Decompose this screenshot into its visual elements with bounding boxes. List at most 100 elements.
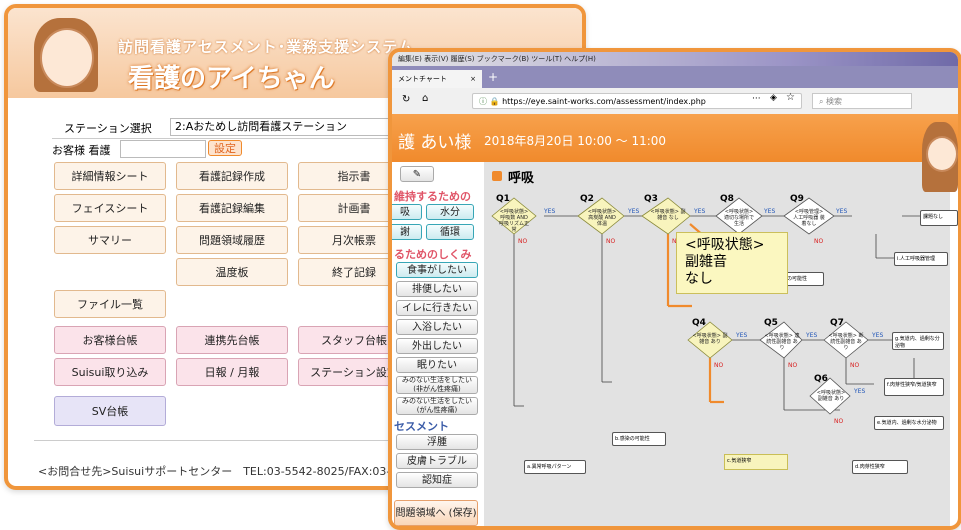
more-icon[interactable]: ··· — [752, 94, 761, 104]
yes-label: YES — [854, 388, 866, 395]
sidebar-item-bath[interactable]: 入浴したい — [396, 319, 478, 335]
sidebar-header-maintain: 維持するための — [394, 190, 471, 203]
suisui-import-button[interactable]: Suisui取り込み — [54, 358, 166, 386]
customer-ledger-button[interactable]: お客様台帳 — [54, 326, 166, 354]
breathing-tooltip: <呼吸状態> 副雑音 なし — [676, 232, 788, 294]
home-icon[interactable]: ⌂ — [422, 93, 428, 104]
result-pattern[interactable]: a.異常呼吸パターン — [524, 460, 586, 474]
q6-text: <呼吸状態> 副雑音 あり — [816, 390, 846, 402]
q8-text: <呼吸状態> 適切な場所で 生活 — [723, 209, 754, 227]
sidebar-item-defecate[interactable]: 排便したい — [396, 281, 478, 297]
assessment-browser-window: 編集(E) 表示(V) 履歴(S) ブックマーク(B) ツール(T) ヘルプ(H… — [388, 48, 961, 530]
result-infection[interactable]: b.感染の可能性 — [612, 432, 666, 446]
circulation-tab[interactable]: 循環 — [426, 224, 474, 240]
water-tab[interactable]: 水分 — [426, 204, 474, 220]
problem-history-button[interactable]: 問題領域履歴 — [176, 226, 288, 254]
q8-label: Q8 — [720, 194, 734, 204]
sidebar-item-eat[interactable]: 食事がしたい — [396, 262, 478, 278]
yes-label: YES — [764, 208, 776, 215]
sidebar-item-pain-noncancer[interactable]: みのない生活をしたい (非がん性疼痛) — [396, 376, 478, 394]
metabolism-tab[interactable]: 謝 — [392, 224, 422, 240]
temperature-board-button[interactable]: 温度板 — [176, 258, 288, 286]
q4-text: <呼吸状態> 副雑音 あり — [692, 333, 728, 345]
sidebar-header-mechanism: るためのしくみ — [394, 248, 472, 261]
customer-input[interactable] — [120, 140, 206, 158]
address-bar: ↻ ⌂ ⓘ 🔒 https://eye.saint-works.com/asse… — [392, 88, 958, 115]
yes-label: YES — [736, 332, 748, 339]
q5-text: <呼吸状態> 連続性副雑音 あり — [764, 333, 800, 351]
sidebar-item-skin[interactable]: 皮膚トラブル — [396, 453, 478, 469]
sidebar-item-outing[interactable]: 外出したい — [396, 338, 478, 354]
no-label: NO — [606, 238, 616, 245]
face-sheet-button[interactable]: フェイスシート — [54, 194, 166, 222]
section-bullet-icon — [492, 171, 502, 181]
reload-icon[interactable]: ↻ — [402, 94, 410, 105]
yes-label: YES — [836, 208, 848, 215]
assessment-sidebar: ✎ 維持するための 吸 水分 謝 循環 るためのしくみ 食事がしたい 排便したい… — [392, 162, 480, 526]
browser-tabbar: メントチャート × + — [392, 66, 958, 88]
nurse-mascot-icon — [926, 136, 958, 172]
yes-label: YES — [694, 208, 706, 215]
lock-icon: ⓘ 🔒 — [479, 97, 500, 106]
browser-tab[interactable]: メントチャート × — [392, 70, 482, 88]
tab-close-icon[interactable]: × — [470, 70, 476, 88]
q6-label: Q6 — [814, 374, 828, 384]
q4-label: Q4 — [692, 318, 706, 328]
nursing-record-create-button[interactable]: 看護記録作成 — [176, 162, 288, 190]
no-label: NO — [714, 362, 724, 369]
star-icon[interactable]: ☆ — [786, 92, 795, 103]
search-field[interactable]: ⌕ 検索 — [812, 93, 912, 109]
summary-button[interactable]: サマリー — [54, 226, 166, 254]
flowchart-canvas: 呼吸 Q1 Q2 Q3 Q8 Q9 Q4 Q5 Q7 Q6 <呼吸状態> 呼吸数… — [484, 162, 958, 526]
browser-menubar[interactable]: 編集(E) 表示(V) 履歴(S) ブックマーク(B) ツール(T) ヘルプ(H… — [392, 52, 958, 66]
url-text: https://eye.saint-works.com/assessment/i… — [502, 97, 706, 106]
sidebar-item-dementia[interactable]: 認知症 — [396, 472, 478, 488]
system-title: 訪問看護アセスメント･業務支援システム — [118, 38, 414, 56]
yes-label: YES — [806, 332, 818, 339]
sv-ledger-button[interactable]: SV台帳 — [54, 396, 166, 426]
visit-datetime: 2018年8月20日 10:00 ～ 11:00 — [484, 134, 667, 148]
file-list-button[interactable]: ファイル一覧 — [54, 290, 166, 318]
yes-label: YES — [872, 332, 884, 339]
result-no-problem[interactable]: 課題なし — [920, 210, 958, 226]
q9-text: <呼吸管理> 人工呼吸器 装着なし — [793, 209, 825, 227]
partner-ledger-button[interactable]: 連携先台帳 — [176, 326, 288, 354]
no-label: NO — [788, 362, 798, 369]
no-label: NO — [518, 238, 528, 245]
sidebar-item-sleep[interactable]: 眠りたい — [396, 357, 478, 373]
tooltip-line-3: なし — [685, 271, 713, 287]
patient-name: 護 あい様 — [398, 133, 472, 153]
q9-label: Q9 — [790, 194, 804, 204]
support-contact: <お問合せ先>Suisuiサポートセンター TEL:03-5542-8025/F… — [38, 465, 430, 478]
nursing-record-edit-button[interactable]: 看護記録編集 — [176, 194, 288, 222]
breathing-tab[interactable]: 吸 — [392, 204, 422, 220]
result-stenosis[interactable]: f.肉芽性狭窄/気道狭窄 — [884, 378, 944, 396]
result-possibility[interactable]: の可能性 — [784, 272, 824, 286]
new-tab-icon[interactable]: + — [488, 70, 498, 84]
patient-banner: 護 あい様 2018年8月20日 10:00 ～ 11:00 — [392, 114, 958, 162]
set-button[interactable]: 設定 — [208, 140, 242, 156]
result-water-secretion[interactable]: e.気道内、過剰な水分泌物 — [874, 416, 944, 430]
search-placeholder: 検索 — [826, 97, 843, 106]
daily-monthly-report-button[interactable]: 日報 / 月報 — [176, 358, 288, 386]
q3-label: Q3 — [644, 194, 658, 204]
save-problem-button[interactable]: 問題領域へ (保存) — [394, 500, 478, 526]
q5-label: Q5 — [764, 318, 778, 328]
yes-label: YES — [628, 208, 640, 215]
result-atelectasis[interactable]: d.肉芽性狭窄 — [852, 460, 908, 474]
sidebar-item-edema[interactable]: 浮腫 — [396, 434, 478, 450]
result-airway[interactable]: c.気道狭窄 — [724, 454, 788, 470]
app-name: 看護のアイちゃん — [128, 64, 335, 94]
sidebar-item-pain-cancer[interactable]: みのない生活をしたい (がん性疼痛) — [396, 397, 478, 415]
no-label: NO — [814, 238, 824, 245]
tooltip-line-2: 副雑音 — [685, 254, 727, 270]
shield-icon[interactable]: ◈ — [770, 93, 777, 103]
q1-label: Q1 — [496, 194, 510, 204]
sidebar-item-toilet[interactable]: イレに行きたい — [396, 300, 478, 316]
search-icon: ⌕ — [819, 97, 824, 106]
result-secretion[interactable]: g.気道内、過剰な分泌物 — [892, 332, 944, 350]
detail-sheet-button[interactable]: 詳細情報シート — [54, 162, 166, 190]
tooltip-line-1: <呼吸状態> — [685, 237, 765, 253]
back-icon[interactable]: ✎ — [400, 166, 434, 182]
result-ventilator[interactable]: i.人工呼吸器管理 — [894, 252, 948, 266]
